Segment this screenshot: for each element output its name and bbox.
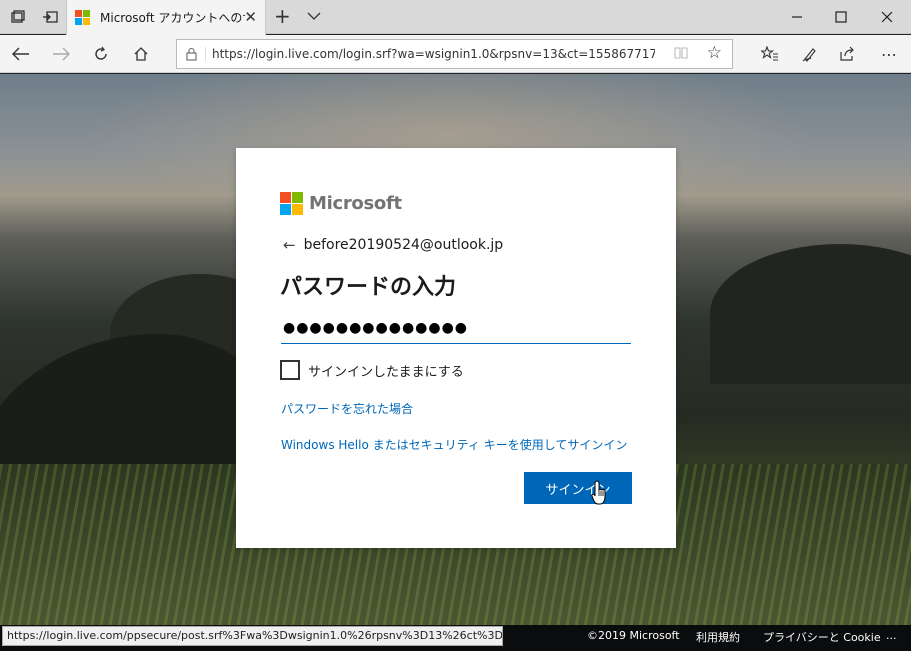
account-email: before20190524@outlook.jp — [303, 237, 504, 253]
page-title: パスワードの入力 — [280, 275, 457, 300]
reading-view-icon[interactable] — [674, 46, 688, 64]
password-field[interactable]: ●●●●●●●●●●●●●● — [281, 314, 631, 344]
back-icon[interactable] — [4, 38, 38, 70]
favorites-icon[interactable] — [753, 38, 787, 70]
tab-title: Microsoft アカウントへのサ — [100, 11, 245, 25]
terms-link[interactable]: 利用規約 — [696, 629, 740, 645]
tab-set-aside-icon[interactable] — [2, 0, 34, 34]
signin-card: Microsoft ← before20190524@outlook.jp パス… — [236, 148, 676, 548]
back-arrow-icon[interactable]: ← — [283, 236, 296, 254]
home-icon[interactable] — [124, 38, 158, 70]
forgot-password-link[interactable]: パスワードを忘れた場合 — [281, 400, 413, 417]
close-icon[interactable] — [864, 0, 910, 34]
microsoft-logo: Microsoft — [280, 192, 402, 215]
maximize-icon[interactable] — [818, 0, 864, 34]
footer-more-icon[interactable]: ... — [886, 629, 897, 642]
more-icon[interactable]: ⋯ — [872, 38, 906, 70]
microsoft-logo-icon — [280, 192, 303, 215]
background-image — [710, 244, 911, 384]
tab-list-icon[interactable] — [307, 6, 321, 25]
microsoft-favicon-icon — [75, 9, 91, 26]
tab-preview-icon[interactable] — [34, 0, 66, 34]
keep-signed-in-label[interactable]: サインインしたままにする — [308, 361, 464, 380]
signin-button[interactable]: サインイン — [524, 472, 632, 504]
tab-close-icon[interactable]: ✕ — [244, 8, 257, 26]
favorite-star-icon[interactable]: ☆ — [707, 43, 722, 63]
brand-name: Microsoft — [309, 193, 402, 214]
active-tab[interactable]: Microsoft アカウントへのサ ✕ — [66, 0, 266, 35]
identity-banner: ← before20190524@outlook.jp — [283, 236, 503, 254]
forward-icon[interactable] — [44, 38, 78, 70]
copyright-text: ©2019 Microsoft — [587, 629, 680, 642]
privacy-link[interactable]: プライバシーと Cookie — [763, 629, 881, 645]
status-bar-url: https://login.live.com/ppsecure/post.srf… — [2, 626, 503, 646]
new-tab-icon[interactable]: + — [274, 4, 291, 28]
minimize-icon[interactable] — [774, 0, 820, 34]
url-text[interactable]: https://login.live.com/login.srf?wa=wsig… — [205, 47, 655, 61]
hand-cursor-icon — [591, 480, 606, 505]
windows-hello-link[interactable]: Windows Hello またはセキュリティ キーを使用してサインイン — [281, 436, 627, 453]
notes-icon[interactable] — [793, 38, 827, 70]
navigation-bar: https://login.live.com/login.srf?wa=wsig… — [0, 35, 911, 73]
refresh-icon[interactable] — [84, 38, 118, 70]
keep-signed-in-checkbox[interactable]: サインインしたままにする — [280, 360, 464, 380]
tab-strip: Microsoft アカウントへのサ ✕ + — [0, 0, 911, 35]
address-bar[interactable]: https://login.live.com/login.srf?wa=wsig… — [176, 39, 733, 69]
lock-icon[interactable] — [177, 47, 205, 61]
share-icon[interactable] — [831, 38, 865, 70]
checkbox-box[interactable] — [280, 360, 300, 380]
